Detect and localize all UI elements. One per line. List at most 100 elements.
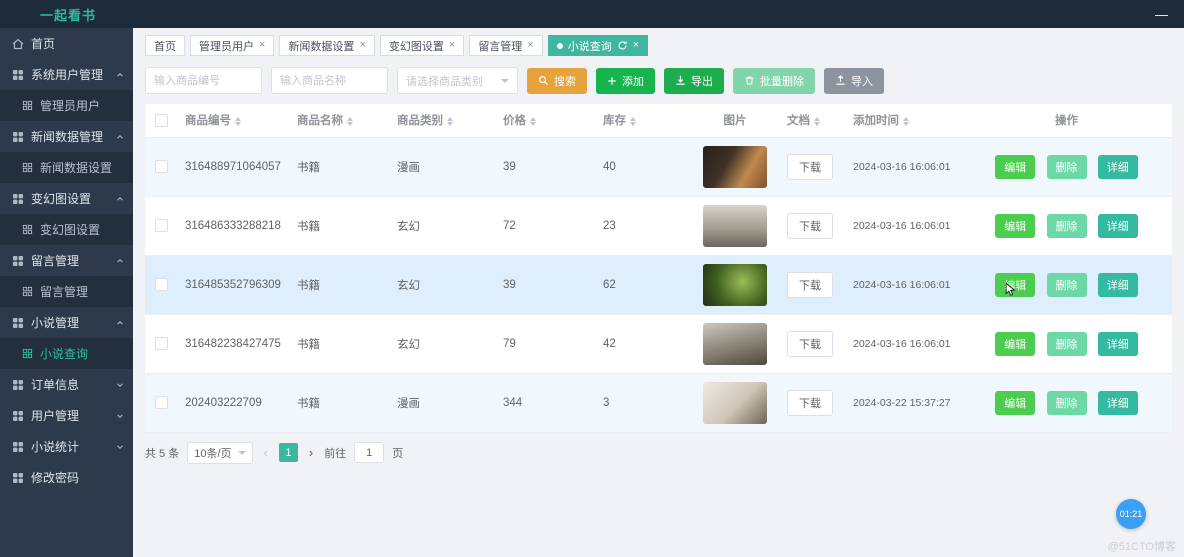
sort-icon[interactable] bbox=[903, 116, 909, 126]
edit-button[interactable]: 编辑 bbox=[995, 213, 1036, 238]
download-button[interactable]: 下载 bbox=[787, 330, 833, 357]
download-button[interactable]: 下载 bbox=[787, 271, 833, 298]
page-number-current[interactable]: 1 bbox=[278, 443, 298, 462]
detail-button[interactable]: 详细 bbox=[1097, 272, 1138, 297]
col-header-name[interactable]: 商品名称 bbox=[287, 104, 387, 138]
sidebar-item-novel-mgmt[interactable]: 小说管理 bbox=[0, 307, 133, 338]
detail-button[interactable]: 详细 bbox=[1097, 331, 1138, 356]
close-icon[interactable]: × bbox=[359, 40, 365, 51]
edit-button[interactable]: 编辑 bbox=[995, 331, 1036, 356]
timer-widget[interactable]: 01:21 bbox=[1116, 499, 1146, 529]
grid-icon bbox=[22, 286, 33, 297]
import-button[interactable]: 导入 bbox=[824, 67, 884, 94]
delete-button[interactable]: 删除 bbox=[1046, 331, 1087, 356]
download-button[interactable]: 下载 bbox=[787, 153, 833, 180]
sidebar-subitem-admin-users[interactable]: 管理员用户 bbox=[0, 90, 133, 121]
tab-label: 留言管理 bbox=[478, 40, 523, 53]
tab-novel-query[interactable]: 小说查询 × bbox=[547, 35, 649, 56]
app-root: 一起看书 — 首页 系统用户管理 管理员用户 新闻数据管理 新闻数据设置 变幻图… bbox=[0, 0, 1184, 557]
sidebar-item-label: 管理员用户 bbox=[40, 99, 101, 113]
edit-button[interactable]: 编辑 bbox=[995, 390, 1036, 415]
category-select-placeholder: 请选择商品类别 bbox=[406, 75, 483, 88]
close-icon[interactable]: × bbox=[259, 40, 265, 51]
row-checkbox[interactable] bbox=[155, 337, 168, 350]
page-size-select[interactable]: 10条/页 bbox=[187, 441, 253, 464]
cell-product-name: 书籍 bbox=[287, 373, 387, 433]
col-header-category[interactable]: 商品类别 bbox=[387, 104, 493, 138]
delete-button[interactable]: 删除 bbox=[1046, 272, 1087, 297]
delete-button[interactable]: 删除 bbox=[1046, 390, 1087, 415]
sidebar-subitem-novel-query[interactable]: 小说查询 bbox=[0, 338, 133, 369]
delete-button[interactable]: 删除 bbox=[1046, 154, 1087, 179]
sort-icon[interactable] bbox=[347, 116, 353, 126]
product-image[interactable] bbox=[703, 381, 767, 424]
row-checkbox[interactable] bbox=[155, 396, 168, 409]
sort-icon[interactable] bbox=[447, 116, 453, 126]
table-row: 202403222709 书籍 漫画 344 3 下载 2024-03-22 1… bbox=[145, 373, 1172, 433]
sidebar-item-change-password[interactable]: 修改密码 bbox=[0, 462, 133, 493]
sidebar-item-label: 留言管理 bbox=[40, 285, 89, 299]
sort-icon[interactable] bbox=[814, 116, 820, 126]
pagination-total: 共 5 条 bbox=[145, 447, 180, 460]
add-button[interactable]: 添加 bbox=[596, 67, 655, 94]
sidebar-subitem-news-data-settings[interactable]: 新闻数据设置 bbox=[0, 152, 133, 183]
row-checkbox[interactable] bbox=[155, 160, 168, 173]
sidebar-item-novel-stats[interactable]: 小说统计 bbox=[0, 431, 133, 462]
sort-caret-down bbox=[347, 121, 353, 126]
sidebar-item-order-info[interactable]: 订单信息 bbox=[0, 369, 133, 400]
sidebar-item-label: 订单信息 bbox=[31, 378, 80, 392]
tab-message-mgmt[interactable]: 留言管理 × bbox=[469, 35, 543, 56]
sort-icon[interactable] bbox=[630, 116, 636, 126]
sort-icon[interactable] bbox=[235, 116, 241, 126]
close-icon[interactable]: × bbox=[527, 40, 533, 51]
tab-home[interactable]: 首页 bbox=[145, 35, 185, 56]
goto-page-input[interactable] bbox=[354, 442, 385, 463]
product-image[interactable] bbox=[703, 322, 767, 365]
sidebar-item-message-mgmt[interactable]: 留言管理 bbox=[0, 245, 133, 276]
download-button[interactable]: 下载 bbox=[787, 389, 833, 416]
detail-button[interactable]: 详细 bbox=[1097, 390, 1138, 415]
select-all-checkbox[interactable] bbox=[155, 113, 168, 127]
col-header-doc[interactable]: 文档 bbox=[777, 104, 843, 138]
col-header-stock[interactable]: 库存 bbox=[593, 104, 693, 138]
upload-icon bbox=[836, 75, 845, 85]
chevron-down-icon bbox=[501, 78, 509, 83]
detail-button[interactable]: 详细 bbox=[1097, 154, 1138, 179]
category-select[interactable]: 请选择商品类别 bbox=[397, 67, 518, 94]
edit-button[interactable]: 编辑 bbox=[995, 272, 1036, 297]
next-page-button[interactable]: › bbox=[306, 445, 316, 460]
product-name-input[interactable] bbox=[271, 67, 388, 94]
sidebar-item-user-mgmt[interactable]: 用户管理 bbox=[0, 400, 133, 431]
close-icon[interactable]: × bbox=[633, 40, 639, 51]
download-button[interactable]: 下载 bbox=[787, 212, 833, 239]
sidebar-subitem-message-mgmt[interactable]: 留言管理 bbox=[0, 276, 133, 307]
row-checkbox[interactable] bbox=[155, 219, 168, 232]
sidebar-item-news-data-mgmt[interactable]: 新闻数据管理 bbox=[0, 121, 133, 152]
sidebar-item-banner-settings[interactable]: 变幻图设置 bbox=[0, 183, 133, 214]
product-image[interactable] bbox=[703, 263, 767, 306]
export-button[interactable]: 导出 bbox=[664, 67, 724, 94]
col-header-price[interactable]: 价格 bbox=[493, 104, 593, 138]
detail-button[interactable]: 详细 bbox=[1097, 213, 1138, 238]
col-header-time[interactable]: 添加时间 bbox=[843, 104, 961, 138]
refresh-icon[interactable] bbox=[617, 40, 628, 51]
edit-button[interactable]: 编辑 bbox=[995, 154, 1036, 179]
tab-news-data-settings[interactable]: 新闻数据设置 × bbox=[279, 35, 375, 56]
search-button[interactable]: 搜索 bbox=[527, 67, 587, 94]
sort-icon[interactable] bbox=[530, 116, 536, 126]
row-checkbox[interactable] bbox=[155, 278, 168, 291]
batch-delete-button[interactable]: 批量删除 bbox=[733, 67, 815, 94]
close-icon[interactable]: × bbox=[449, 40, 455, 51]
sidebar-item-system-user-mgmt[interactable]: 系统用户管理 bbox=[0, 59, 133, 90]
minimize-icon[interactable]: — bbox=[1155, 8, 1168, 21]
product-sn-input[interactable] bbox=[145, 67, 262, 94]
tab-banner-settings[interactable]: 变幻图设置 × bbox=[379, 35, 465, 56]
sidebar-item-home[interactable]: 首页 bbox=[0, 28, 133, 59]
tab-admin-users[interactable]: 管理员用户 × bbox=[190, 35, 275, 56]
delete-button[interactable]: 删除 bbox=[1046, 213, 1087, 238]
sidebar-subitem-banner-settings[interactable]: 变幻图设置 bbox=[0, 214, 133, 245]
col-header-sn[interactable]: 商品编号 bbox=[175, 104, 287, 138]
prev-page-button[interactable]: ‹ bbox=[261, 445, 271, 460]
product-image[interactable] bbox=[703, 204, 767, 247]
product-image[interactable] bbox=[703, 145, 767, 188]
